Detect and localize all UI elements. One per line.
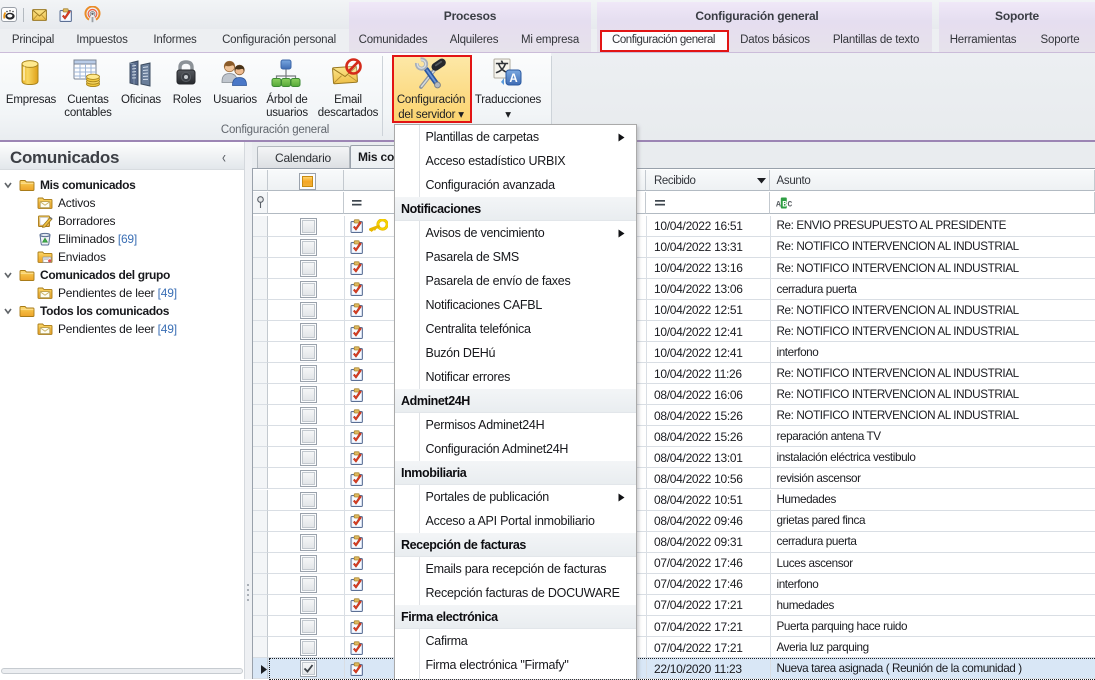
svg-text:A: A <box>776 201 781 210</box>
svg-text:A: A <box>509 73 517 85</box>
svg-text:C: C <box>788 201 793 210</box>
svg-text:B: B <box>782 201 787 210</box>
